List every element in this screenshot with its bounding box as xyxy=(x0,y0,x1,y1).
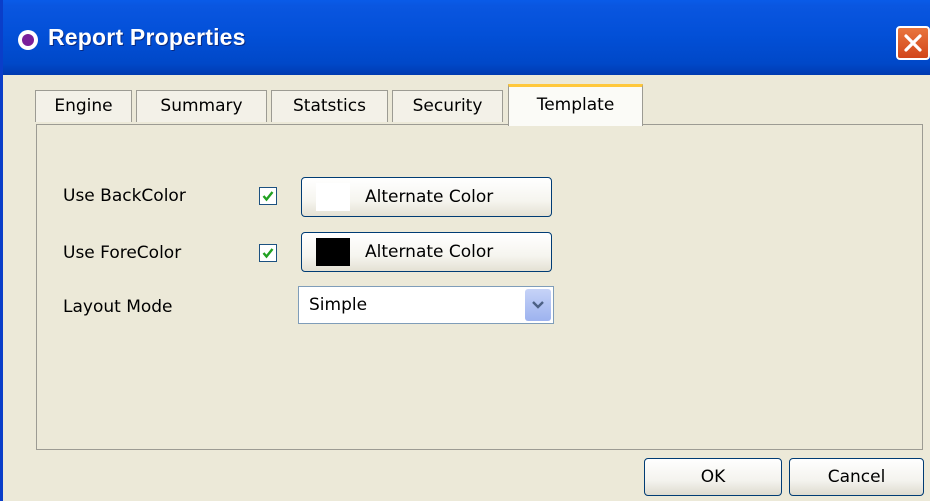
ok-button-label: OK xyxy=(700,467,726,487)
forecolor-button-label: Alternate Color xyxy=(365,242,494,262)
report-properties-dialog: Report Properties Engine Summary Statsti… xyxy=(0,0,930,501)
tab-security[interactable]: Security xyxy=(392,90,503,122)
use-backcolor-label: Use BackColor xyxy=(63,186,186,206)
tab-summary-label: Summary xyxy=(160,96,243,116)
window-title: Report Properties xyxy=(48,24,246,50)
tab-template-label: Template xyxy=(536,95,615,115)
use-backcolor-checkbox[interactable] xyxy=(259,187,277,205)
tab-summary[interactable]: Summary xyxy=(136,90,267,122)
title-bar[interactable]: Report Properties xyxy=(3,0,930,75)
dropdown-arrow-button[interactable] xyxy=(525,289,551,321)
use-forecolor-label: Use ForeColor xyxy=(63,243,182,263)
layout-mode-label: Layout Mode xyxy=(63,297,173,317)
tab-security-label: Security xyxy=(412,96,483,116)
backcolor-button-label: Alternate Color xyxy=(365,187,494,207)
tab-template[interactable]: Template xyxy=(508,84,643,126)
backcolor-alternate-color-button[interactable]: Alternate Color xyxy=(301,177,552,217)
close-button[interactable] xyxy=(896,26,930,60)
tab-engine-label: Engine xyxy=(54,96,113,116)
close-icon xyxy=(904,34,922,52)
tab-engine[interactable]: Engine xyxy=(35,90,132,122)
checkmark-icon xyxy=(262,248,274,259)
report-app-icon xyxy=(18,30,38,50)
layout-mode-select[interactable]: Simple xyxy=(298,286,554,324)
layout-mode-value: Simple xyxy=(309,295,368,315)
forecolor-swatch xyxy=(316,238,350,266)
cancel-button[interactable]: Cancel xyxy=(789,458,924,496)
tab-statstics-label: Statstics xyxy=(293,96,366,116)
tab-statstics[interactable]: Statstics xyxy=(271,90,388,122)
cancel-button-label: Cancel xyxy=(827,467,886,487)
checkmark-icon xyxy=(262,191,274,202)
forecolor-alternate-color-button[interactable]: Alternate Color xyxy=(301,232,552,272)
backcolor-swatch xyxy=(316,183,350,211)
use-forecolor-checkbox[interactable] xyxy=(259,244,277,262)
chevron-down-icon xyxy=(532,301,544,309)
ok-button[interactable]: OK xyxy=(644,458,782,496)
